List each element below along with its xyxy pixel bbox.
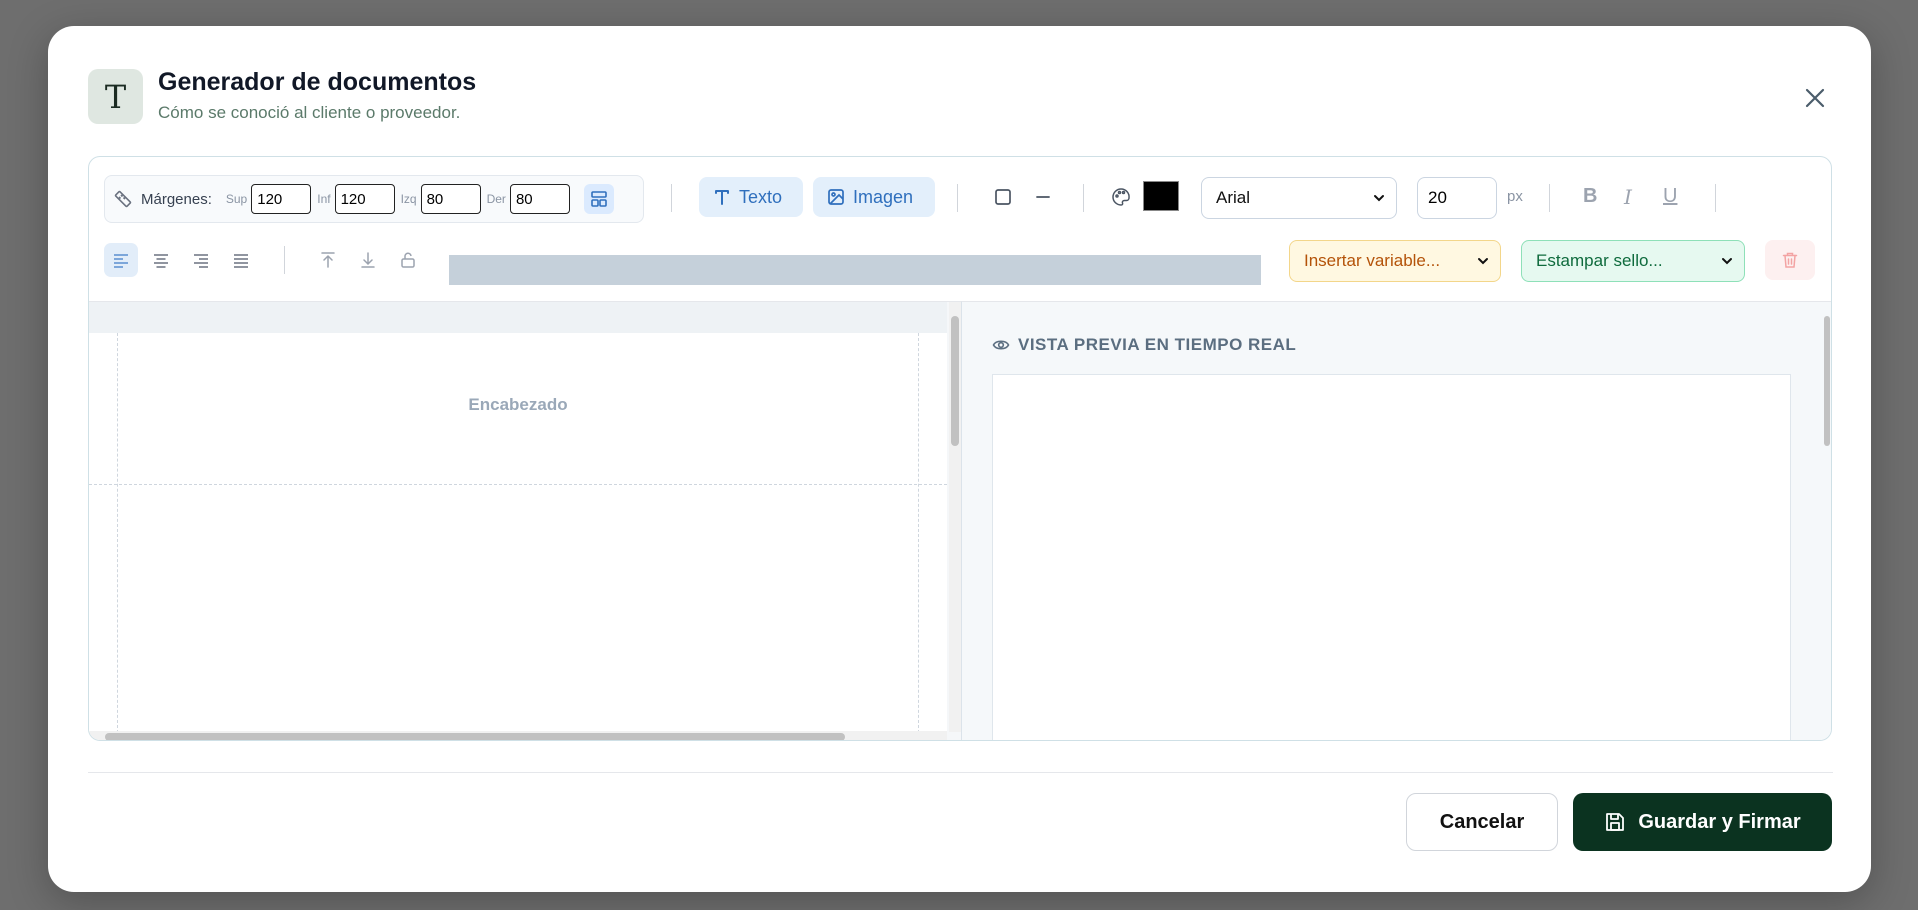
align-right-button[interactable] — [184, 243, 218, 277]
chevron-down-icon — [1374, 195, 1384, 202]
margin-bottom-input[interactable] — [334, 184, 395, 214]
underline-button[interactable]: U — [1663, 185, 1677, 208]
delete-element-button[interactable] — [1765, 240, 1815, 280]
add-text-label: Texto — [739, 186, 783, 207]
margin-top-input[interactable] — [251, 184, 312, 214]
canvas-top-strip — [89, 302, 947, 334]
add-text-button[interactable]: Texto — [699, 177, 803, 217]
margin-right-label: Der — [486, 192, 506, 206]
text-icon: T — [88, 69, 143, 124]
trash-icon — [1782, 252, 1798, 268]
insert-variable-label: Insertar variable... — [1304, 251, 1441, 270]
margin-guide-left — [117, 333, 118, 733]
align-right-icon — [194, 254, 208, 268]
image-icon — [828, 189, 844, 205]
add-line-button[interactable] — [1029, 183, 1057, 211]
scrollbar-thumb[interactable] — [1824, 316, 1830, 446]
font-family-value: Arial — [1216, 188, 1251, 207]
divider — [957, 184, 958, 212]
bring-to-front-button[interactable] — [311, 243, 345, 277]
preview-scrollbar[interactable] — [1822, 302, 1831, 740]
color-swatch[interactable] — [1143, 181, 1179, 211]
horizontal-scrollbar[interactable] — [89, 731, 947, 740]
align-left-icon — [114, 254, 128, 268]
text-icon — [715, 190, 729, 205]
toolbar-row-2: Insertar variable... Estampar sello... — [89, 227, 1831, 287]
save-and-sign-label: Guardar y Firmar — [1638, 810, 1801, 833]
arrow-down-to-line-icon — [361, 252, 375, 268]
add-image-button[interactable]: Imagen — [813, 177, 935, 217]
document-page[interactable]: Encabezado — [89, 333, 947, 733]
add-image-label: Imagen — [853, 186, 914, 207]
align-justify-button[interactable] — [224, 243, 258, 277]
align-left-button[interactable] — [104, 243, 138, 277]
align-center-button[interactable] — [144, 243, 178, 277]
vertical-scrollbar[interactable] — [949, 302, 961, 732]
font-size-input[interactable] — [1417, 177, 1497, 219]
send-to-back-button[interactable] — [351, 243, 385, 277]
close-button[interactable] — [1797, 80, 1833, 116]
unlock-icon — [401, 252, 415, 268]
bold-button[interactable]: B — [1583, 185, 1597, 208]
divider — [1549, 184, 1550, 212]
lock-button[interactable] — [391, 243, 425, 277]
arrow-up-to-line-icon — [321, 252, 335, 268]
footer-divider — [88, 772, 1833, 773]
save-and-sign-button[interactable]: Guardar y Firmar — [1573, 793, 1832, 851]
document-generator-dialog: T Generador de documentos Cómo se conoci… — [48, 26, 1871, 892]
cancel-button[interactable]: Cancelar — [1406, 793, 1558, 851]
italic-button[interactable]: I — [1624, 185, 1632, 209]
opacity-slider[interactable] — [449, 255, 1261, 285]
margin-left-label: Izq — [400, 192, 417, 206]
preview-heading: VISTA PREVIA EN TIEMPO REAL — [992, 335, 1296, 355]
layout-icon — [591, 191, 607, 207]
scrollbar-thumb[interactable] — [105, 733, 845, 740]
chevron-down-icon — [1722, 258, 1732, 265]
eye-icon — [992, 340, 1010, 350]
font-size-unit: px — [1507, 188, 1523, 205]
editor-frame: Márgenes: Sup Inf Izq Der Texto — [88, 156, 1832, 741]
margin-right-input[interactable] — [509, 184, 570, 214]
chevron-down-icon — [1478, 258, 1488, 265]
save-icon — [1606, 813, 1625, 831]
margin-top-label: Sup — [225, 192, 248, 206]
margin-left-input[interactable] — [420, 184, 481, 214]
margin-bottom-label: Inf — [317, 192, 331, 206]
color-palette-button[interactable] — [1107, 183, 1135, 211]
stamp-seal-label: Estampar sello... — [1536, 251, 1663, 270]
font-family-select[interactable]: Arial — [1201, 177, 1397, 219]
divider — [284, 246, 285, 274]
preview-title: VISTA PREVIA EN TIEMPO REAL — [1018, 335, 1297, 354]
margins-group: Márgenes: Sup Inf Izq Der — [104, 175, 644, 223]
close-icon — [1805, 88, 1825, 108]
align-center-icon — [154, 254, 168, 268]
header-guide — [89, 484, 947, 485]
palette-icon — [1112, 188, 1130, 206]
divider — [1715, 184, 1716, 212]
align-justify-icon — [234, 254, 248, 268]
insert-variable-select[interactable]: Insertar variable... — [1289, 240, 1501, 282]
add-box-button[interactable] — [989, 183, 1017, 211]
divider — [1083, 184, 1084, 212]
square-icon — [995, 189, 1011, 205]
layout-toggle-button[interactable] — [583, 184, 614, 214]
header-section-label[interactable]: Encabezado — [89, 395, 947, 415]
stamp-seal-select[interactable]: Estampar sello... — [1521, 240, 1745, 282]
preview-page — [992, 374, 1791, 740]
dialog-subtitle: Cómo se conoció al cliente o proveedor. — [158, 103, 461, 122]
margin-guide-right — [918, 333, 919, 733]
minus-icon — [1036, 196, 1050, 198]
toolbar-row-1: Márgenes: Sup Inf Izq Der Texto — [89, 157, 1831, 227]
editor-canvas[interactable]: Encabezado — [89, 301, 961, 740]
divider — [671, 184, 672, 212]
scrollbar-thumb[interactable] — [951, 316, 959, 446]
preview-pane: VISTA PREVIA EN TIEMPO REAL — [961, 301, 1831, 740]
margins-label: Márgenes: — [141, 190, 212, 208]
dialog-title: Generador de documentos — [158, 68, 477, 96]
ruler-icon — [114, 190, 132, 208]
